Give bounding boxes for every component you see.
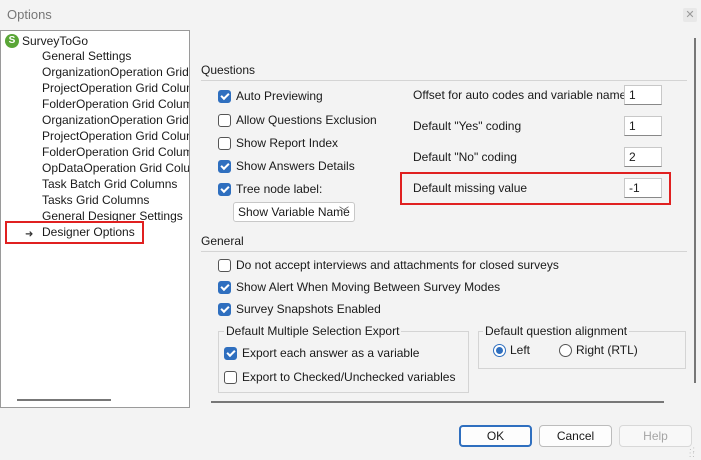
radio-selected-icon[interactable] xyxy=(493,343,506,357)
resize-grip-icon[interactable]: ·::: xyxy=(689,446,699,459)
no-accept-closed-checkbox[interactable]: Do not accept interviews and attachments… xyxy=(218,257,559,273)
show-answers-details-checkbox[interactable]: Show Answers Details xyxy=(218,158,355,174)
auto-previewing-checkbox[interactable]: Auto Previewing xyxy=(218,88,323,104)
snapshots-label: Survey Snapshots Enabled xyxy=(236,302,381,316)
checkbox-unchecked-icon[interactable] xyxy=(218,258,231,272)
tree-node-label-checkbox[interactable]: Tree node label: xyxy=(218,181,322,197)
no-coding-label: Default "No" coding xyxy=(413,150,517,164)
checkbox-checked-icon[interactable] xyxy=(224,346,237,360)
allow-questions-exclusion-label: Allow Questions Exclusion xyxy=(236,113,377,127)
highlight-missing-value xyxy=(400,172,671,205)
export-checked-label: Export to Checked/Unchecked variables xyxy=(242,370,456,384)
show-answers-details-label: Show Answers Details xyxy=(236,159,355,173)
export-each-checkbox[interactable]: Export each answer as a variable xyxy=(224,345,419,361)
offset-input[interactable]: 1 xyxy=(624,85,662,105)
chevron-down-icon: ﹀ xyxy=(339,207,349,218)
right-alignment-label: Right (RTL) xyxy=(576,343,638,357)
general-separator xyxy=(201,251,687,252)
tree-node-label-select[interactable]: Show Variable Name ﹀ xyxy=(233,202,355,222)
tree-node-label-label: Tree node label: xyxy=(236,182,323,196)
yes-coding-input[interactable]: 1 xyxy=(624,116,662,136)
window-title: Options xyxy=(7,7,52,22)
show-alert-label: Show Alert When Moving Between Survey Mo… xyxy=(236,280,501,294)
export-checked-checkbox[interactable]: Export to Checked/Unchecked variables xyxy=(224,369,455,385)
panel-vertical-scrollbar[interactable] xyxy=(694,38,696,383)
multi-export-title: Default Multiple Selection Export xyxy=(224,324,402,338)
tree-item-task-batch-grid[interactable]: Task Batch Grid Columns xyxy=(42,176,177,192)
show-report-index-checkbox[interactable]: Show Report Index xyxy=(218,135,338,151)
general-heading: General xyxy=(201,234,244,248)
show-alert-checkbox[interactable]: Show Alert When Moving Between Survey Mo… xyxy=(218,279,500,295)
questions-heading: Questions xyxy=(201,63,256,77)
left-alignment-label: Left xyxy=(510,343,531,357)
auto-previewing-label: Auto Previewing xyxy=(236,89,323,103)
close-icon[interactable]: ✕ xyxy=(683,8,697,22)
tree-item-organization-grid-2[interactable]: OrganizationOperation Grid Co xyxy=(42,112,189,128)
offset-label: Offset for auto codes and variable names… xyxy=(413,88,636,102)
tree-item-opdata-grid[interactable]: OpDataOperation Grid Columns xyxy=(42,160,189,176)
checkbox-checked-icon[interactable] xyxy=(218,280,231,294)
radio-unselected-icon[interactable] xyxy=(559,343,572,357)
help-button[interactable]: Help xyxy=(619,425,692,447)
snapshots-checkbox[interactable]: Survey Snapshots Enabled xyxy=(218,301,381,317)
highlight-designer-options xyxy=(5,221,144,244)
panel-horizontal-scrollbar[interactable] xyxy=(211,401,664,403)
checkbox-unchecked-icon[interactable] xyxy=(218,113,231,127)
left-alignment-radio[interactable]: Left xyxy=(493,342,530,358)
show-report-index-label: Show Report Index xyxy=(236,136,339,150)
tree-item-tasks-grid[interactable]: Tasks Grid Columns xyxy=(42,192,149,208)
tree-item-folder-grid-1[interactable]: FolderOperation Grid Columns xyxy=(42,96,189,112)
tree-item-general-settings[interactable]: General Settings xyxy=(42,48,131,64)
title-bar: Options ✕ xyxy=(0,0,701,30)
cancel-button[interactable]: Cancel xyxy=(539,425,612,447)
yes-coding-label: Default "Yes" coding xyxy=(413,119,522,133)
tree-item-folder-grid-2[interactable]: FolderOperation Grid Columns xyxy=(42,144,189,160)
tree-horizontal-scrollbar[interactable] xyxy=(17,399,111,401)
checkbox-unchecked-icon[interactable] xyxy=(224,370,237,384)
allow-questions-exclusion-checkbox[interactable]: Allow Questions Exclusion xyxy=(218,112,377,128)
checkbox-unchecked-icon[interactable] xyxy=(218,136,231,150)
alignment-title: Default question alignment xyxy=(483,324,630,338)
ok-button[interactable]: OK xyxy=(459,425,532,447)
tree-node-select-value: Show Variable Name xyxy=(238,205,350,219)
export-each-label: Export each answer as a variable xyxy=(242,346,420,360)
surveytogo-logo-icon: S xyxy=(5,34,19,48)
tree-root-label: SurveyToGo xyxy=(22,34,89,48)
checkbox-checked-icon[interactable] xyxy=(218,89,231,103)
tree-root[interactable]: S SurveyToGo xyxy=(5,33,88,49)
questions-separator xyxy=(201,80,687,81)
checkbox-checked-icon[interactable] xyxy=(218,159,231,173)
tree-item-organization-grid-1[interactable]: OrganizationOperation Grid Co xyxy=(42,64,189,80)
checkbox-checked-icon[interactable] xyxy=(218,302,231,316)
options-tree[interactable]: S SurveyToGo General Settings Organizati… xyxy=(0,30,190,408)
tree-item-project-grid-2[interactable]: ProjectOperation Grid Columns xyxy=(42,128,189,144)
right-alignment-radio[interactable]: Right (RTL) xyxy=(559,342,638,358)
checkbox-checked-icon[interactable] xyxy=(218,182,231,196)
no-coding-input[interactable]: 2 xyxy=(624,147,662,167)
no-accept-closed-label: Do not accept interviews and attachments… xyxy=(236,258,559,272)
tree-item-project-grid-1[interactable]: ProjectOperation Grid Columns xyxy=(42,80,189,96)
